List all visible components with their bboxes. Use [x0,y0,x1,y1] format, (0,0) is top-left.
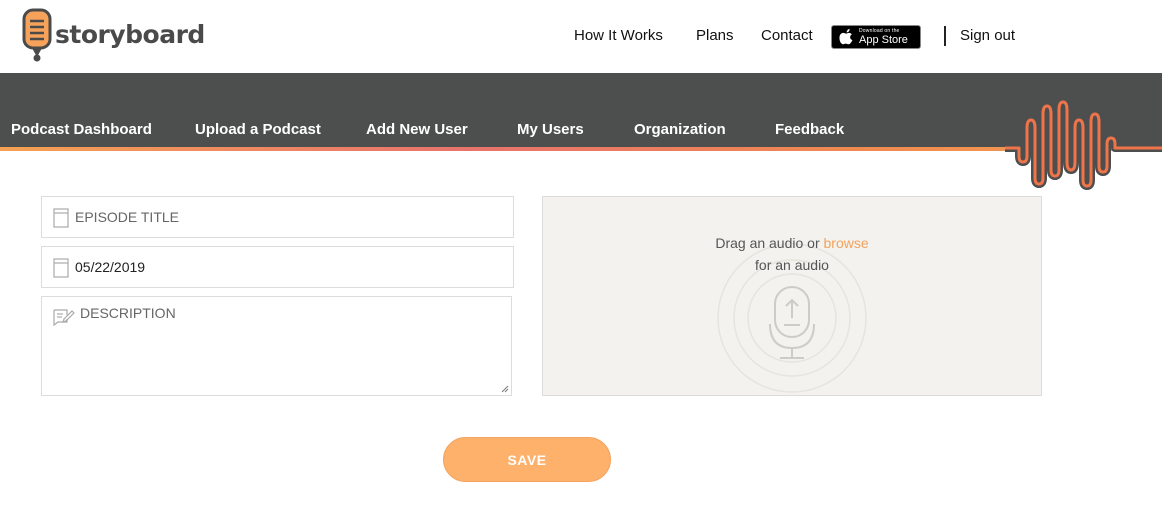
description-field[interactable] [41,296,512,396]
save-button[interactable]: SAVE [443,437,611,482]
microphone-logo-icon [22,8,52,62]
apple-icon [839,29,853,45]
nav-feedback[interactable]: Feedback [775,121,844,138]
brand-name: storyboard [55,19,205,49]
dropzone-text-before: Drag an audio or [715,235,824,251]
top-header: storyboard How It Works Plans Contact Do… [0,0,1162,73]
nav-contact-link[interactable]: Contact [761,27,813,44]
nav-divider [944,26,946,46]
app-store-line1: Download on the [859,27,900,34]
nav-my-users[interactable]: My Users [517,121,584,138]
nav-upload-podcast[interactable]: Upload a Podcast [195,121,321,138]
app-store-line2: App Store [859,33,908,46]
resize-handle-icon[interactable] [501,385,509,393]
episode-date-field[interactable] [41,246,514,288]
browse-link[interactable]: browse [824,235,869,251]
soundwave-icon [1005,100,1162,190]
nav-podcast-dashboard[interactable]: Podcast Dashboard [11,121,152,138]
document-icon [53,208,69,228]
main-nav: Podcast Dashboard Upload a Podcast Add N… [0,73,1162,150]
description-input[interactable] [80,305,505,389]
sign-out-link[interactable]: Sign out [960,27,1015,51]
audio-dropzone[interactable]: Drag an audio or browse for an audio [542,196,1042,396]
dropzone-instructions: Drag an audio or browse for an audio [543,232,1041,276]
nav-add-new-user[interactable]: Add New User [366,121,468,138]
app-store-badge[interactable]: Download on the App Store [831,25,921,49]
nav-how-it-works-link[interactable]: How It Works [574,27,663,44]
nav-plans-link[interactable]: Plans [696,27,734,44]
nav-organization[interactable]: Organization [634,121,726,138]
nav-accent-line [0,147,1162,151]
edit-note-icon [53,309,75,327]
storyboard-logo[interactable]: storyboard [22,8,205,64]
dropzone-text-after: for an audio [755,257,829,273]
episode-title-field[interactable] [41,196,514,238]
episode-date-input[interactable] [75,247,505,287]
document-icon [53,258,69,278]
episode-title-input[interactable] [75,197,505,237]
